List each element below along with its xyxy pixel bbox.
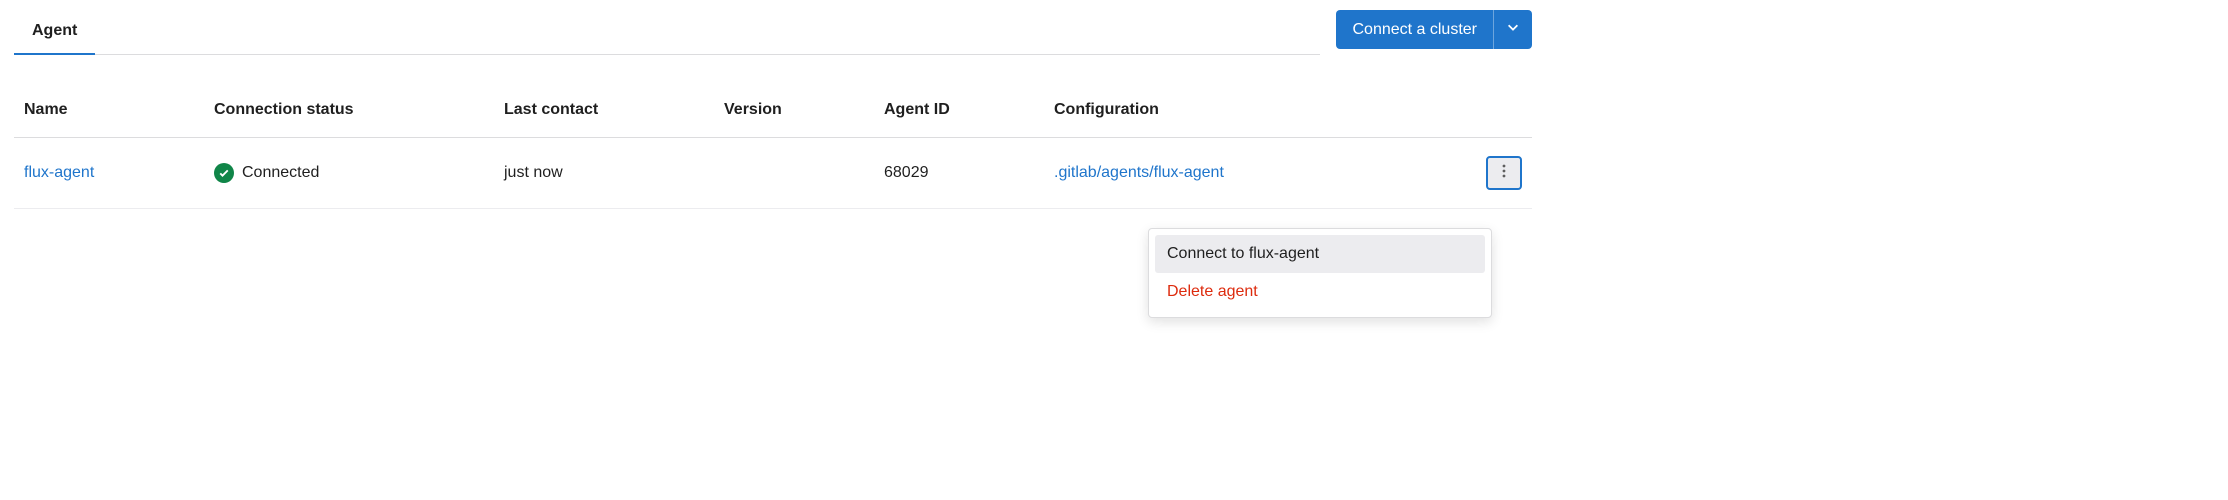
tabs: Agent [14, 10, 1320, 55]
connect-cluster-button[interactable]: Connect a cluster [1336, 10, 1493, 49]
col-agentid: Agent ID [874, 85, 1044, 138]
status-connected-icon [214, 163, 234, 183]
agent-id: 68029 [874, 138, 1044, 209]
chevron-down-icon [1506, 20, 1520, 39]
row-actions-dropdown: Connect to flux-agent Delete agent [1148, 228, 1492, 318]
menu-connect-to-agent[interactable]: Connect to flux-agent [1155, 235, 1485, 273]
col-contact: Last contact [494, 85, 714, 138]
col-actions [1414, 85, 1532, 138]
configuration-link[interactable]: .gitlab/agents/flux-agent [1054, 164, 1224, 181]
version [714, 138, 874, 209]
row-actions-button[interactable] [1486, 156, 1522, 190]
col-config: Configuration [1044, 85, 1414, 138]
col-version: Version [714, 85, 874, 138]
agent-table: Name Connection status Last contact Vers… [14, 85, 1532, 209]
table-row: flux-agent Connected just now 68029 .git… [14, 138, 1532, 209]
connect-cluster-button-group: Connect a cluster [1336, 10, 1532, 49]
tab-agent[interactable]: Agent [14, 10, 95, 54]
last-contact: just now [494, 138, 714, 209]
menu-delete-agent[interactable]: Delete agent [1155, 273, 1485, 311]
connect-cluster-dropdown-button[interactable] [1493, 10, 1532, 49]
ellipsis-vertical-icon [1496, 163, 1512, 184]
col-name: Name [14, 85, 204, 138]
agent-name-link[interactable]: flux-agent [24, 164, 94, 181]
col-status: Connection status [204, 85, 494, 138]
status-text: Connected [242, 164, 319, 181]
